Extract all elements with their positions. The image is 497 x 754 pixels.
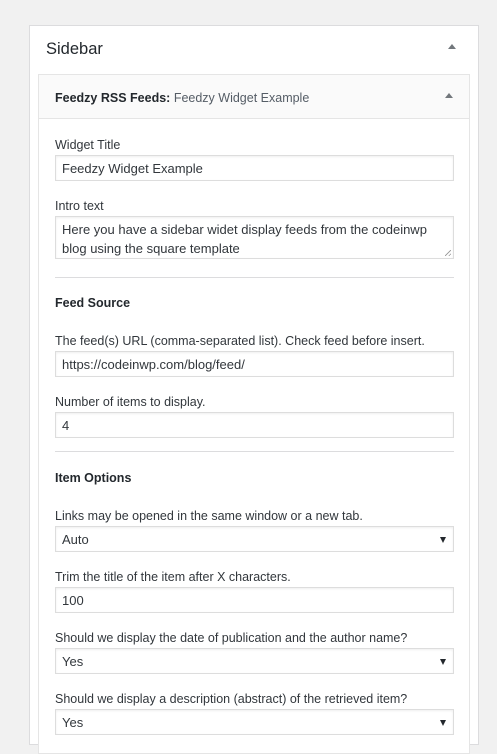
sidebar-widget-area: Sidebar Feedzy RSS Feeds: Feedzy Widget … <box>29 25 479 754</box>
widget-type-label: Feedzy RSS Feeds: <box>55 91 171 105</box>
select-caret-down-icon <box>440 537 446 543</box>
widget-title-label: Widget Title <box>55 138 121 152</box>
intro-text-value: Here you have a sidebar widet display fe… <box>62 222 427 256</box>
display-description-label: Should we display a description (abstrac… <box>55 692 408 706</box>
sidebar-collapse-caret-icon[interactable] <box>448 44 456 49</box>
item-options-heading: Item Options <box>55 471 132 485</box>
links-target-value: Auto <box>62 532 89 547</box>
feed-url-label: The feed(s) URL (comma-separated list). … <box>55 334 425 348</box>
widget-instance-title: Feedzy Widget Example <box>173 91 310 105</box>
trim-title-value: 100 <box>62 593 84 608</box>
feed-url-value: https://codeinwp.com/blog/feed/ <box>62 357 245 372</box>
display-date-value: Yes <box>62 654 84 669</box>
display-description-value: Yes <box>62 715 84 730</box>
select-caret-down-icon <box>440 659 446 665</box>
resize-handle-icon[interactable] <box>445 250 451 256</box>
links-target-label: Links may be opened in the same window o… <box>55 509 363 523</box>
widget-title-input[interactable]: Feedzy Widget Example <box>55 155 454 181</box>
intro-text-textarea[interactable]: Here you have a sidebar widet display fe… <box>55 216 454 259</box>
sidebar-title: Sidebar <box>46 40 103 58</box>
widget-header[interactable]: Feedzy RSS Feeds: Feedzy Widget Example <box>39 75 469 119</box>
widget-title-value: Feedzy Widget Example <box>62 161 203 176</box>
section-divider <box>55 277 454 278</box>
items-count-value: 4 <box>62 418 70 433</box>
feedzy-widget: Feedzy RSS Feeds: Feedzy Widget Example … <box>38 74 470 754</box>
trim-title-label: Trim the title of the item after X chara… <box>55 570 291 584</box>
trim-title-input[interactable]: 100 <box>55 587 454 613</box>
display-description-select[interactable]: Yes <box>55 709 454 735</box>
display-date-label: Should we display the date of publicatio… <box>55 631 408 645</box>
intro-text-label: Intro text <box>55 199 104 213</box>
select-caret-down-icon <box>440 720 446 726</box>
display-date-select[interactable]: Yes <box>55 648 454 674</box>
widget-heading: Feedzy RSS Feeds: Feedzy Widget Example <box>55 91 309 105</box>
widget-collapse-caret-icon[interactable] <box>445 93 453 98</box>
section-divider <box>55 451 454 452</box>
feed-url-input[interactable]: https://codeinwp.com/blog/feed/ <box>55 351 454 377</box>
links-target-select[interactable]: Auto <box>55 526 454 552</box>
items-count-input[interactable]: 4 <box>55 412 454 438</box>
items-count-label: Number of items to display. <box>55 395 206 409</box>
feed-source-heading: Feed Source <box>55 296 131 310</box>
